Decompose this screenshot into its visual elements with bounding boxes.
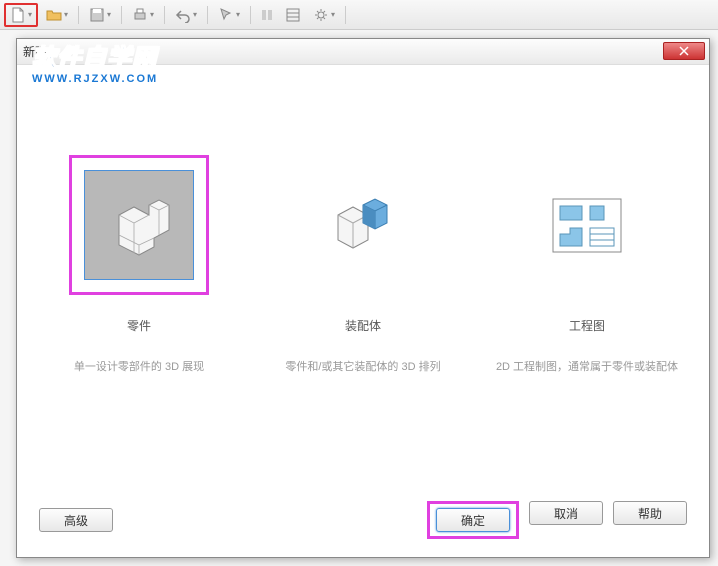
option-title: 工程图 [487,317,687,334]
dropdown-arrow-icon: ▾ [28,10,32,19]
option-title: 装配体 [263,317,463,334]
ok-button[interactable]: 确定 [436,508,510,532]
main-toolbar: ▾ ▾ ▾ ▾ ▾ ▾ ▾ [0,0,718,30]
toolbar-separator [250,6,251,24]
option-icon-highlight [69,155,209,295]
dropdown-arrow-icon: ▾ [64,10,68,19]
save-button[interactable]: ▾ [83,3,117,27]
option-title: 零件 [39,317,239,334]
dialog-body: 零件 单一设计零部件的 3D 展现 装配体 零件和/或其它装配体的 3D 排列 [17,65,709,394]
toolbar-separator [164,6,165,24]
close-button[interactable] [663,42,705,60]
dropdown-arrow-icon: ▾ [193,10,197,19]
open-file-button[interactable]: ▾ [40,3,74,27]
dialog-title: 新建 [23,43,47,60]
toolbar-separator [121,6,122,24]
option-desc: 单一设计零部件的 3D 展现 [39,358,239,374]
dropdown-arrow-icon: ▾ [107,10,111,19]
part-icon [84,170,194,280]
ok-highlight: 确定 [427,501,519,539]
settings-button[interactable]: ▾ [307,3,341,27]
option-part[interactable]: 零件 单一设计零部件的 3D 展现 [39,155,239,374]
option-drawing[interactable]: 工程图 2D 工程制图，通常属于零件或装配体 [487,155,687,374]
help-button[interactable]: 帮助 [613,501,687,525]
dropdown-arrow-icon: ▾ [150,10,154,19]
toolbar-separator [78,6,79,24]
options-button[interactable] [281,3,305,27]
dropdown-arrow-icon: ▾ [236,10,240,19]
advanced-button[interactable]: 高级 [39,508,113,532]
dropdown-arrow-icon: ▾ [331,10,335,19]
print-button[interactable]: ▾ [126,3,160,27]
rebuild-button[interactable] [255,3,279,27]
new-document-dialog: 新建 零件 单一设计零部件的 3D 展现 [16,38,710,558]
new-file-button[interactable]: ▾ [4,3,38,27]
drawing-icon [532,170,642,280]
dialog-footer: 高级 确定 取消 帮助 [17,501,709,539]
option-desc: 2D 工程制图，通常属于零件或装配体 [487,358,687,374]
assembly-icon [308,170,418,280]
toolbar-separator [345,6,346,24]
toolbar-separator [207,6,208,24]
option-desc: 零件和/或其它装配体的 3D 排列 [263,358,463,374]
dialog-titlebar: 新建 [17,39,709,65]
undo-button[interactable]: ▾ [169,3,203,27]
option-assembly[interactable]: 装配体 零件和/或其它装配体的 3D 排列 [263,155,463,374]
cancel-button[interactable]: 取消 [529,501,603,525]
select-button[interactable]: ▾ [212,3,246,27]
